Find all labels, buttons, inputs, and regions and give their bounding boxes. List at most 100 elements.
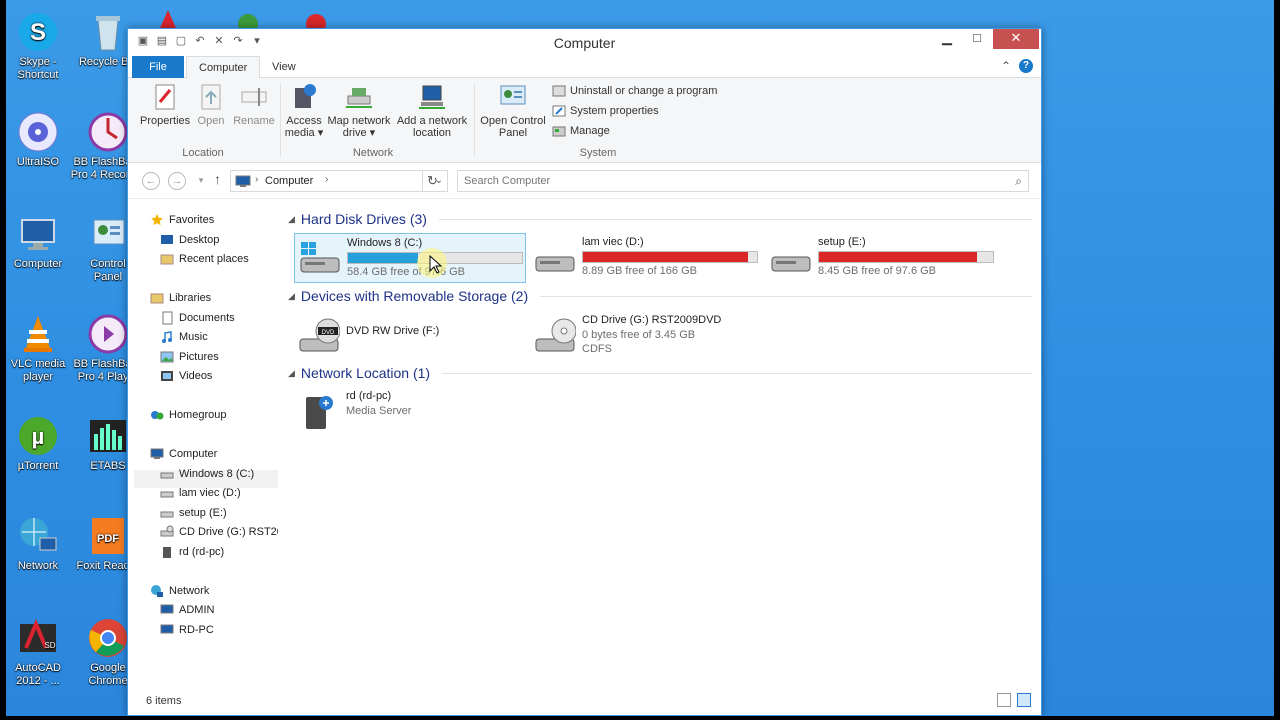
desktop-icon-label: UltraISO xyxy=(16,156,60,168)
drive-tile-d[interactable]: lam viec (D:) 8.89 GB free of 166 GB xyxy=(530,233,762,283)
desktop-icon-ultraiso[interactable]: UltraISO xyxy=(6,110,70,169)
drive-name: lam viec (D:) xyxy=(582,236,644,248)
desktop-icon-computer[interactable]: Computer xyxy=(6,212,70,271)
search-icon[interactable]: ⌕ xyxy=(1015,174,1022,189)
system-properties-button[interactable]: System properties xyxy=(552,104,659,118)
network-location-tile[interactable]: rd (rd-pc) Media Server xyxy=(294,387,526,437)
rename-label: Rename xyxy=(233,115,275,127)
divider xyxy=(438,218,1032,220)
group-hard-disk-drives[interactable]: ◢ Hard Disk Drives (3) xyxy=(288,211,1032,227)
minimize-button[interactable]: ▁ xyxy=(933,29,961,49)
open-control-panel-button[interactable]: Open Control Panel xyxy=(478,82,548,139)
drive-tile-e[interactable]: setup (E:) 8.45 GB free of 97.6 GB xyxy=(766,233,998,283)
nav-drive-c[interactable]: Windows 8 (C:) xyxy=(160,467,254,481)
nav-admin[interactable]: ADMIN xyxy=(160,603,214,617)
nav-drive-d[interactable]: lam viec (D:) xyxy=(160,486,241,500)
chevron-right-icon[interactable]: › xyxy=(255,174,258,185)
open-icon xyxy=(196,82,226,112)
location-name: rd (rd-pc) xyxy=(346,390,392,402)
recent-locations-icon[interactable]: ▾ xyxy=(192,172,210,190)
cd-drive-icon xyxy=(160,525,174,539)
back-button[interactable]: ← xyxy=(142,172,160,190)
desktop-icon-label: AutoCAD 2012 - ... xyxy=(15,662,61,687)
nav-homegroup[interactable]: Homegroup xyxy=(150,408,226,422)
divider xyxy=(540,295,1032,297)
nav-label: Favorites xyxy=(169,214,215,226)
drive-free-space: 0 bytes free of 3.45 GB xyxy=(582,329,696,341)
forward-button[interactable]: → xyxy=(168,172,186,190)
group-removable-storage[interactable]: ◢ Devices with Removable Storage (2) xyxy=(288,288,1032,304)
drive-name: DVD RW Drive (F:) xyxy=(346,325,440,337)
close-button[interactable]: ✕ xyxy=(993,29,1039,49)
nav-libraries[interactable]: Libraries xyxy=(150,291,211,305)
collapse-icon: ◢ xyxy=(288,290,295,301)
nav-music[interactable]: Music xyxy=(160,330,208,344)
drive-tile-g[interactable]: CD Drive (G:) RST2009DVD 0 bytes free of… xyxy=(530,311,762,361)
up-button[interactable]: ↑ xyxy=(214,171,221,187)
desktop-icon-utorrent[interactable]: µ µTorrent xyxy=(6,414,70,473)
nav-desktop[interactable]: Desktop xyxy=(160,233,219,247)
nav-computer[interactable]: Computer xyxy=(150,447,217,461)
desktop-icon-label: Computer xyxy=(13,258,63,270)
nav-pictures[interactable]: Pictures xyxy=(160,350,219,364)
desktop-icon-network[interactable]: Network xyxy=(6,514,70,573)
nav-label: CD Drive (G:) RST20( xyxy=(179,526,278,538)
help-icon[interactable]: ? xyxy=(1019,59,1033,73)
nav-label: Documents xyxy=(179,312,235,324)
nav-videos[interactable]: Videos xyxy=(160,369,212,383)
desktop-icon-vlc[interactable]: VLC media player xyxy=(6,312,70,384)
add-network-label-1: Add a network xyxy=(396,115,468,127)
drive-tile-f[interactable]: DVD DVD RW Drive (F:) xyxy=(294,311,526,361)
nav-drive-e[interactable]: setup (E:) xyxy=(160,506,227,520)
desktop-icon xyxy=(160,233,174,247)
ribbon-separator xyxy=(280,84,281,156)
libraries-icon xyxy=(150,291,164,305)
tab-file[interactable]: File xyxy=(132,56,184,78)
nav-label: Music xyxy=(179,331,208,343)
desktop-icon-label: Network xyxy=(17,560,59,572)
nav-drive-g[interactable]: CD Drive (G:) RST20( xyxy=(160,525,278,539)
nav-label: Computer xyxy=(169,448,218,460)
minimize-ribbon-icon[interactable]: ⌃ xyxy=(1001,59,1011,73)
access-media-button[interactable]: Access media ▾ xyxy=(284,82,324,139)
maximize-button[interactable]: □ xyxy=(963,29,991,49)
open-button[interactable]: Open xyxy=(194,82,228,127)
nav-label: rd (rd-pc) xyxy=(179,546,225,558)
nav-rd-pc[interactable]: RD-PC xyxy=(160,623,214,637)
bb-flashback-player-icon xyxy=(86,312,130,356)
breadcrumb-computer[interactable]: Computer xyxy=(265,175,313,187)
drive-tile-c[interactable]: Windows 8 (C:) 58.4 GB free of 97.6 GB xyxy=(294,233,526,283)
cd-drive-icon xyxy=(534,317,577,355)
hard-drive-icon xyxy=(160,486,174,500)
desktop-icon-autocad[interactable]: SD AutoCAD 2012 - ... xyxy=(6,616,70,688)
etabs-icon xyxy=(86,414,130,458)
search-input[interactable] xyxy=(458,171,988,191)
nav-rd[interactable]: rd (rd-pc) xyxy=(160,545,224,559)
chrome-icon xyxy=(86,616,130,660)
status-bar: 6 items xyxy=(128,687,1041,715)
search-box[interactable]: ⌕ xyxy=(457,170,1029,192)
details-view-icon[interactable] xyxy=(997,693,1011,707)
nav-network[interactable]: Network xyxy=(150,584,209,598)
nav-recent-places[interactable]: Recent places xyxy=(160,252,249,266)
map-network-drive-button[interactable]: Map network drive ▾ xyxy=(326,82,392,139)
chevron-right-icon[interactable]: › xyxy=(325,174,328,185)
uninstall-program-button[interactable]: Uninstall or change a program xyxy=(552,84,717,98)
rename-button[interactable]: Rename xyxy=(232,82,276,127)
nav-documents[interactable]: Documents xyxy=(160,311,235,325)
ribbon-group-location: Location xyxy=(182,147,224,159)
manage-button[interactable]: Manage xyxy=(552,124,610,138)
address-box[interactable]: › Computer › ⌄ xyxy=(230,170,448,192)
drive-usage-fill xyxy=(348,253,418,263)
refresh-button[interactable]: ↻ xyxy=(422,171,442,191)
tab-computer[interactable]: Computer xyxy=(186,56,261,79)
tab-view[interactable]: View xyxy=(260,56,308,78)
group-network-location[interactable]: ◢ Network Location (1) xyxy=(288,365,1032,381)
drive-name: CD Drive (G:) RST2009DVD xyxy=(582,314,722,326)
add-network-location-button[interactable]: Add a network location xyxy=(394,82,470,139)
properties-button[interactable]: Properties xyxy=(140,82,190,127)
desktop-icon-skype[interactable]: S Skype - Shortcut xyxy=(6,10,70,82)
nav-favorites[interactable]: Favorites xyxy=(150,213,214,227)
title-bar[interactable]: ▣ ▤ ▢ ↶ ✕ ↷ ▾ Computer ▁ □ ✕ xyxy=(128,29,1041,56)
large-icons-view-icon[interactable] xyxy=(1017,693,1031,707)
